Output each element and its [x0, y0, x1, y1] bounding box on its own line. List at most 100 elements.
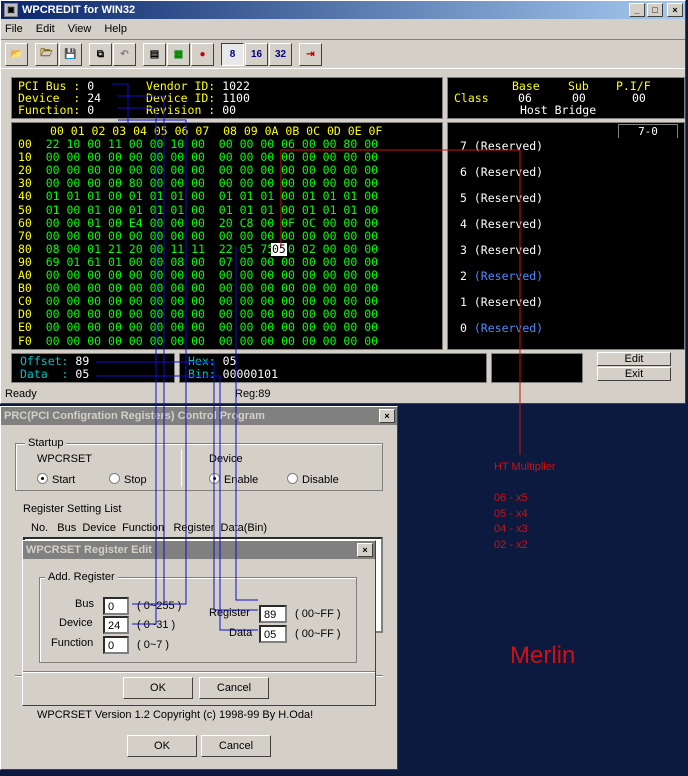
menu-edit[interactable]: Edit: [36, 23, 55, 35]
table-row[interactable]: 40 01 01 01 00 01 01 01 00 01 01 01 00 0…: [18, 190, 378, 203]
row-bytes[interactable]: 00 00 00 00 00 00 00 00 00 00 00 00 00 0…: [46, 294, 378, 308]
row-bytes[interactable]: 00 00 01 00 E4 00 00 00 20 C8 00 0F 0C 0…: [46, 216, 378, 230]
bit-row[interactable]: 3 (Reserved): [460, 244, 543, 257]
undo-icon[interactable]: ↶: [113, 42, 136, 66]
row-address: 90: [18, 254, 32, 269]
row-bytes[interactable]: 08 00 01 21 20 00 11 11 22 05 75 80 02 0…: [46, 242, 378, 256]
bin-value: 00000101: [222, 367, 279, 381]
add-register-label: Add. Register: [45, 571, 118, 583]
bit-row[interactable]: 6 (Reserved): [460, 166, 543, 179]
table-row[interactable]: 20 00 00 00 00 00 00 00 00 00 00 00 00 0…: [18, 164, 378, 177]
register-grid[interactable]: 00 01 02 03 04 05 06 07 08 09 0A 0B 0C 0…: [11, 122, 443, 350]
bit-number: 2: [460, 269, 467, 283]
table-row[interactable]: 90 69 01 61 01 00 00 08 00 07 00 00 00 0…: [18, 254, 378, 269]
row-bytes[interactable]: 69 01 61 01 00 00 08 00 07 00 00 00 00 0…: [46, 255, 378, 269]
row-bytes[interactable]: 01 00 01 00 01 01 01 00 01 01 01 00 01 0…: [46, 203, 378, 217]
disable-radio[interactable]: Disable: [287, 473, 339, 486]
table-row[interactable]: 00 22 10 00 11 00 00 10 00 00 00 00 06 0…: [18, 138, 378, 151]
prc-close-button[interactable]: ×: [379, 409, 395, 423]
row-bytes[interactable]: 00 00 00 00 00 00 00 00 00 00 00 00 00 0…: [46, 163, 378, 177]
hex-label: Hex:: [188, 354, 216, 368]
ht-multiplier-item: 05 - x4: [494, 507, 528, 520]
table-row[interactable]: 70 00 00 00 00 00 00 00 00 00 00 00 00 0…: [18, 229, 378, 243]
edit-title-bar[interactable]: WPCRSET Register Edit ×: [23, 541, 375, 559]
data-value: 05: [75, 367, 90, 381]
exit-button[interactable]: Exit: [597, 367, 671, 381]
table-row[interactable]: 50 01 00 01 00 01 01 01 00 01 01 01 00 0…: [18, 203, 378, 217]
selected-cell[interactable]: 05: [271, 242, 287, 256]
edit-cancel-button[interactable]: Cancel: [199, 677, 269, 699]
class-desc: Host Bridge: [520, 103, 597, 117]
table-row[interactable]: D0 00 00 00 00 00 00 00 00 00 00 00 00 0…: [18, 308, 378, 321]
table-row[interactable]: 30 00 00 00 00 80 00 00 00 00 00 00 00 0…: [18, 177, 378, 190]
title-bar[interactable]: ▣ WPCREDIT for WIN32 _ □ ×: [1, 1, 685, 19]
table-row[interactable]: 80 08 00 01 21 20 00 11 11 22 05 75 80 0…: [18, 242, 378, 256]
menu-help[interactable]: Help: [104, 23, 127, 35]
dword-view-button[interactable]: 32: [269, 42, 292, 66]
prc-cancel-button[interactable]: Cancel: [201, 735, 271, 757]
chip-icon[interactable]: ▦: [167, 42, 190, 66]
word-view-button[interactable]: 16: [245, 42, 268, 66]
bit-row[interactable]: 1 (Reserved): [460, 296, 543, 309]
edit-ok-button[interactable]: OK: [123, 677, 193, 699]
table-row[interactable]: 60 00 00 01 00 E4 00 00 00 20 C8 00 0F 0…: [18, 216, 378, 230]
row-bytes[interactable]: 00 00 00 00 00 00 00 00 00 00 00 00 00 0…: [46, 281, 378, 295]
start-radio[interactable]: Start: [37, 473, 75, 486]
bit-row[interactable]: 4 (Reserved): [460, 218, 543, 231]
prc-ok-button[interactable]: OK: [127, 735, 197, 757]
row-bytes[interactable]: 00 00 00 00 00 00 00 00 00 00 00 00 00 0…: [46, 150, 378, 164]
bus-input[interactable]: 0: [103, 597, 129, 615]
row-bytes[interactable]: 00 00 00 00 00 00 00 00 00 00 00 00 00 0…: [46, 229, 378, 243]
minimize-button[interactable]: _: [629, 3, 645, 17]
stop-radio[interactable]: Stop: [109, 473, 147, 486]
exit-icon[interactable]: ⇥: [299, 42, 322, 66]
menu-file[interactable]: File: [5, 23, 23, 35]
device-icon[interactable]: ▤: [143, 42, 166, 66]
bit-row[interactable]: 0 (Reserved): [460, 322, 543, 335]
edit-button[interactable]: Edit: [597, 352, 671, 366]
device-input[interactable]: 24: [103, 616, 129, 634]
bits-tab[interactable]: 7-0: [618, 124, 678, 138]
row-address: 40: [18, 189, 32, 204]
byte-view-button[interactable]: 8: [221, 42, 244, 66]
bit-row[interactable]: 5 (Reserved): [460, 192, 543, 205]
bit-number: 4: [460, 217, 467, 231]
prc-title: PRC(PCI Configration Registers) Control …: [4, 410, 265, 422]
row-bytes[interactable]: 22 10 00 11 00 00 10 00 00 00 00 06 00 0…: [46, 137, 378, 151]
row-bytes[interactable]: 00 00 00 00 80 00 00 00 00 00 00 00 00 0…: [46, 176, 378, 190]
open-folder-icon[interactable]: 📂: [5, 42, 28, 66]
menu-view[interactable]: View: [68, 23, 92, 35]
table-row[interactable]: F0 00 00 00 00 00 00 00 00 00 00 00 00 0…: [18, 334, 378, 348]
table-row[interactable]: B0 00 00 00 00 00 00 00 00 00 00 00 00 0…: [18, 282, 378, 295]
table-row[interactable]: C0 00 00 00 00 00 00 00 00 00 00 00 00 0…: [18, 295, 378, 308]
row-bytes[interactable]: 00 00 00 00 00 00 00 00 00 00 00 00 00 0…: [46, 307, 378, 321]
bit-row[interactable]: 2 (Reserved): [460, 270, 543, 283]
data-input[interactable]: 05: [259, 625, 287, 643]
register-input[interactable]: 89: [259, 605, 287, 623]
copy-icon[interactable]: ⧉: [89, 42, 112, 66]
row-address: 10: [18, 150, 32, 165]
maximize-button[interactable]: □: [647, 3, 663, 17]
table-row[interactable]: A0 00 00 00 00 00 00 00 00 00 00 00 00 0…: [18, 269, 378, 282]
table-row[interactable]: 10 00 00 00 00 00 00 00 00 00 00 00 00 0…: [18, 151, 378, 164]
open-icon[interactable]: 🗁: [35, 42, 58, 66]
enable-radio[interactable]: Enable: [209, 473, 258, 486]
row-bytes[interactable]: 00 00 00 00 00 00 00 00 00 00 00 00 00 0…: [46, 268, 378, 282]
close-button[interactable]: ×: [667, 3, 683, 17]
register-list-header: No. Bus Device Function Register Data(Bi…: [31, 522, 267, 534]
table-row[interactable]: E0 00 00 00 00 00 00 00 00 00 00 00 00 0…: [18, 321, 378, 334]
palette-icon[interactable]: ●: [191, 42, 214, 66]
function-input[interactable]: 0: [103, 636, 129, 654]
bit-description: (Reserved): [473, 217, 544, 231]
save-icon[interactable]: 💾: [59, 42, 82, 66]
row-address: C0: [18, 294, 32, 309]
row-bytes[interactable]: 01 01 01 00 01 01 01 00 01 01 01 00 01 0…: [46, 189, 378, 203]
register-field-label: Register: [209, 607, 250, 619]
bit-row[interactable]: 7 (Reserved): [460, 140, 543, 153]
row-bytes[interactable]: 00 00 00 00 00 00 00 00 00 00 00 00 00 0…: [46, 334, 378, 348]
prc-title-bar[interactable]: PRC(PCI Configration Registers) Control …: [1, 407, 397, 425]
row-address: A0: [18, 268, 32, 282]
device-group-label: Device: [209, 453, 243, 465]
edit-close-button[interactable]: ×: [357, 543, 373, 557]
row-bytes[interactable]: 00 00 00 00 00 00 00 00 00 00 00 00 00 0…: [46, 320, 378, 334]
